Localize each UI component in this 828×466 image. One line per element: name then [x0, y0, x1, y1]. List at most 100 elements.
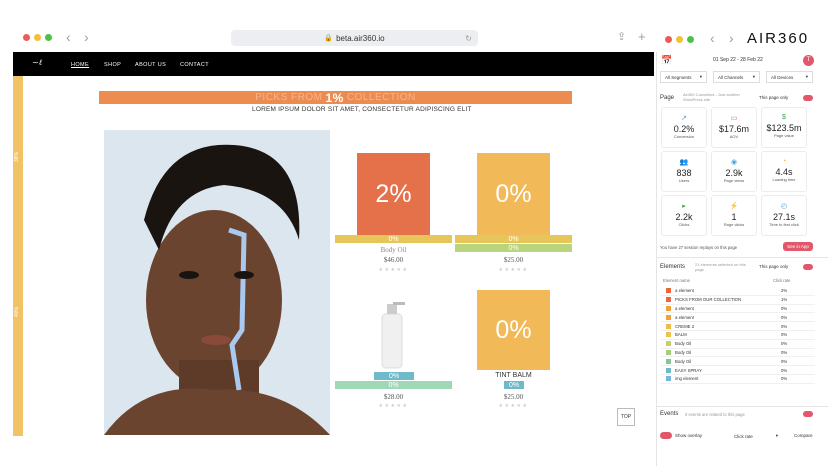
metric-value: $123.5m [766, 123, 802, 133]
product-rating: ★★★★★ [498, 267, 529, 273]
metric-icon: ◉ [730, 159, 738, 166]
metric-card[interactable]: ◔ 4.4s Loading time [761, 151, 807, 192]
element-name: Body Oil [675, 358, 692, 364]
metric-label: Users [678, 178, 690, 183]
element-row[interactable]: CREME 2 0% [660, 322, 815, 331]
share-icon[interactable]: ⇪ [617, 30, 626, 43]
metric-icon: ▭ [730, 115, 738, 122]
product-tile-lotion[interactable] [357, 300, 430, 370]
back-icon[interactable]: ‹ [66, 29, 71, 45]
metric-label: Page views [723, 178, 745, 183]
element-click-rate: 0% [781, 323, 788, 329]
element-row[interactable]: a element 0% [660, 313, 815, 323]
element-color-swatch [666, 288, 671, 294]
product-price: $28.00 [383, 393, 404, 401]
banner-prefix: PICKS FROM [255, 92, 323, 103]
metric-label: Rage clicks [723, 222, 745, 227]
collection-banner[interactable]: PICKS FROM 1% COLLECTION [99, 91, 572, 105]
panel-forward-icon[interactable]: › [729, 30, 734, 46]
metric-icon: ◔ [781, 158, 787, 165]
back-to-top-button[interactable]: TOP [617, 408, 635, 426]
metric-card[interactable]: $ $123.5m Page value [761, 107, 807, 148]
overlay-switch[interactable] [660, 432, 672, 439]
metric-card[interactable]: ↗ 0.2% Conversion [661, 107, 707, 148]
new-tab-icon[interactable]: + [638, 29, 646, 44]
minimize-dot[interactable] [34, 34, 41, 41]
element-row[interactable]: EASY SPRAY 0% [660, 366, 815, 375]
metric-value: 27.1s [772, 212, 796, 222]
element-color-swatch [666, 349, 671, 355]
element-row[interactable]: a element 2% [660, 287, 815, 296]
product-click-rate: 0% [495, 315, 532, 344]
metric-card[interactable]: 👥 838 Users [661, 151, 707, 192]
element-name: img element [675, 376, 699, 382]
maximize-dot[interactable] [45, 34, 52, 41]
metric-icon: 👥 [679, 159, 689, 166]
forward-icon[interactable]: › [84, 29, 89, 45]
element-click-rate: 0% [781, 332, 788, 338]
element-color-swatch [666, 376, 671, 382]
elements-count: 21 elements selected on this page [695, 262, 746, 272]
metric-value: $17.6m [718, 124, 750, 134]
page-toggle[interactable] [803, 95, 813, 101]
elements-toggle[interactable] [803, 264, 813, 270]
events-label: Events [660, 411, 679, 417]
nav-about[interactable]: ABOUT US [135, 62, 166, 68]
metric-card[interactable]: ◉ 2.9k Page views [711, 151, 757, 192]
element-color-swatch [666, 358, 671, 364]
overlay-metric-select[interactable]: Click rate ▾ [730, 430, 782, 442]
avatar[interactable]: T [803, 55, 814, 66]
calendar-icon[interactable]: 📅 [661, 55, 672, 66]
reload-icon[interactable]: ↻ [465, 34, 472, 43]
element-row[interactable]: Body Oil 0% [660, 357, 815, 367]
close-dot[interactable] [665, 36, 672, 43]
page-scope-select[interactable]: This page only [759, 95, 788, 100]
replay-text: You have 27 session replays on this page [660, 245, 738, 250]
elements-scope-select[interactable]: This page only [759, 264, 788, 269]
nav-home[interactable]: HOME [71, 62, 89, 68]
product-tile-body-oil[interactable]: 2% [357, 153, 430, 235]
events-toggle[interactable] [803, 411, 813, 417]
see-in-app-button[interactable]: See in App [783, 242, 813, 251]
minimize-dot[interactable] [676, 36, 683, 43]
element-click-rate: 0% [781, 349, 788, 355]
product-bar: 0% [335, 381, 452, 389]
metric-card[interactable]: ▸ 2.2k Clicks [661, 195, 707, 236]
element-row[interactable]: img element 0% [660, 375, 815, 384]
element-name: a element [675, 314, 694, 320]
maximize-dot[interactable] [687, 36, 694, 43]
nav-contact[interactable]: CONTACT [180, 62, 209, 68]
element-row[interactable]: BALM 0% [660, 331, 815, 340]
channel-select[interactable]: All Channels ▾ [713, 71, 760, 83]
element-row[interactable]: Body Oil 0% [660, 340, 815, 349]
nav-shop[interactable]: SHOP [104, 62, 121, 68]
metric-value: 4.4s [775, 167, 793, 177]
metric-card[interactable]: ▭ $17.6m AOV [711, 107, 757, 148]
element-click-rate: 0% [781, 367, 788, 373]
element-row[interactable]: PICKS FROM OUR COLLECTION 1% [660, 296, 815, 305]
device-select[interactable]: All Devices ▾ [766, 71, 813, 83]
product-bar: 0% [455, 244, 572, 252]
element-click-rate: 0% [781, 358, 788, 364]
metric-card[interactable]: ⚡ 1 Rage clicks [711, 195, 757, 236]
element-name: BALM [675, 332, 687, 338]
compare-button[interactable]: Compare [794, 433, 813, 438]
site-logo[interactable]: ~ℓ [32, 58, 42, 67]
product-rating: ★★★★★ [378, 403, 409, 409]
metric-value: 838 [676, 168, 692, 178]
close-dot[interactable] [23, 34, 30, 41]
product-rating: ★★★★★ [498, 403, 529, 409]
address-bar[interactable]: 🔒 beta.air360.io ↻ [231, 30, 478, 46]
panel-back-icon[interactable]: ‹ [710, 30, 715, 46]
product-tile-cream[interactable]: 0% [477, 153, 550, 235]
date-range[interactable]: 01 Sep 22 - 28 Feb 22 [713, 57, 763, 63]
element-color-swatch [666, 341, 671, 347]
segment-select[interactable]: All Segments ▾ [660, 71, 707, 83]
element-row[interactable]: a element 0% [660, 305, 815, 314]
element-row[interactable]: Body Oil 0% [660, 349, 815, 358]
metric-card[interactable]: ◴ 27.1s Time to first click [761, 195, 807, 236]
model-photo [104, 130, 330, 435]
product-bar: 0% [504, 381, 524, 389]
element-name: PICKS FROM OUR COLLECTION [675, 297, 742, 303]
product-tile-tint-balm[interactable]: 0% [477, 290, 550, 370]
